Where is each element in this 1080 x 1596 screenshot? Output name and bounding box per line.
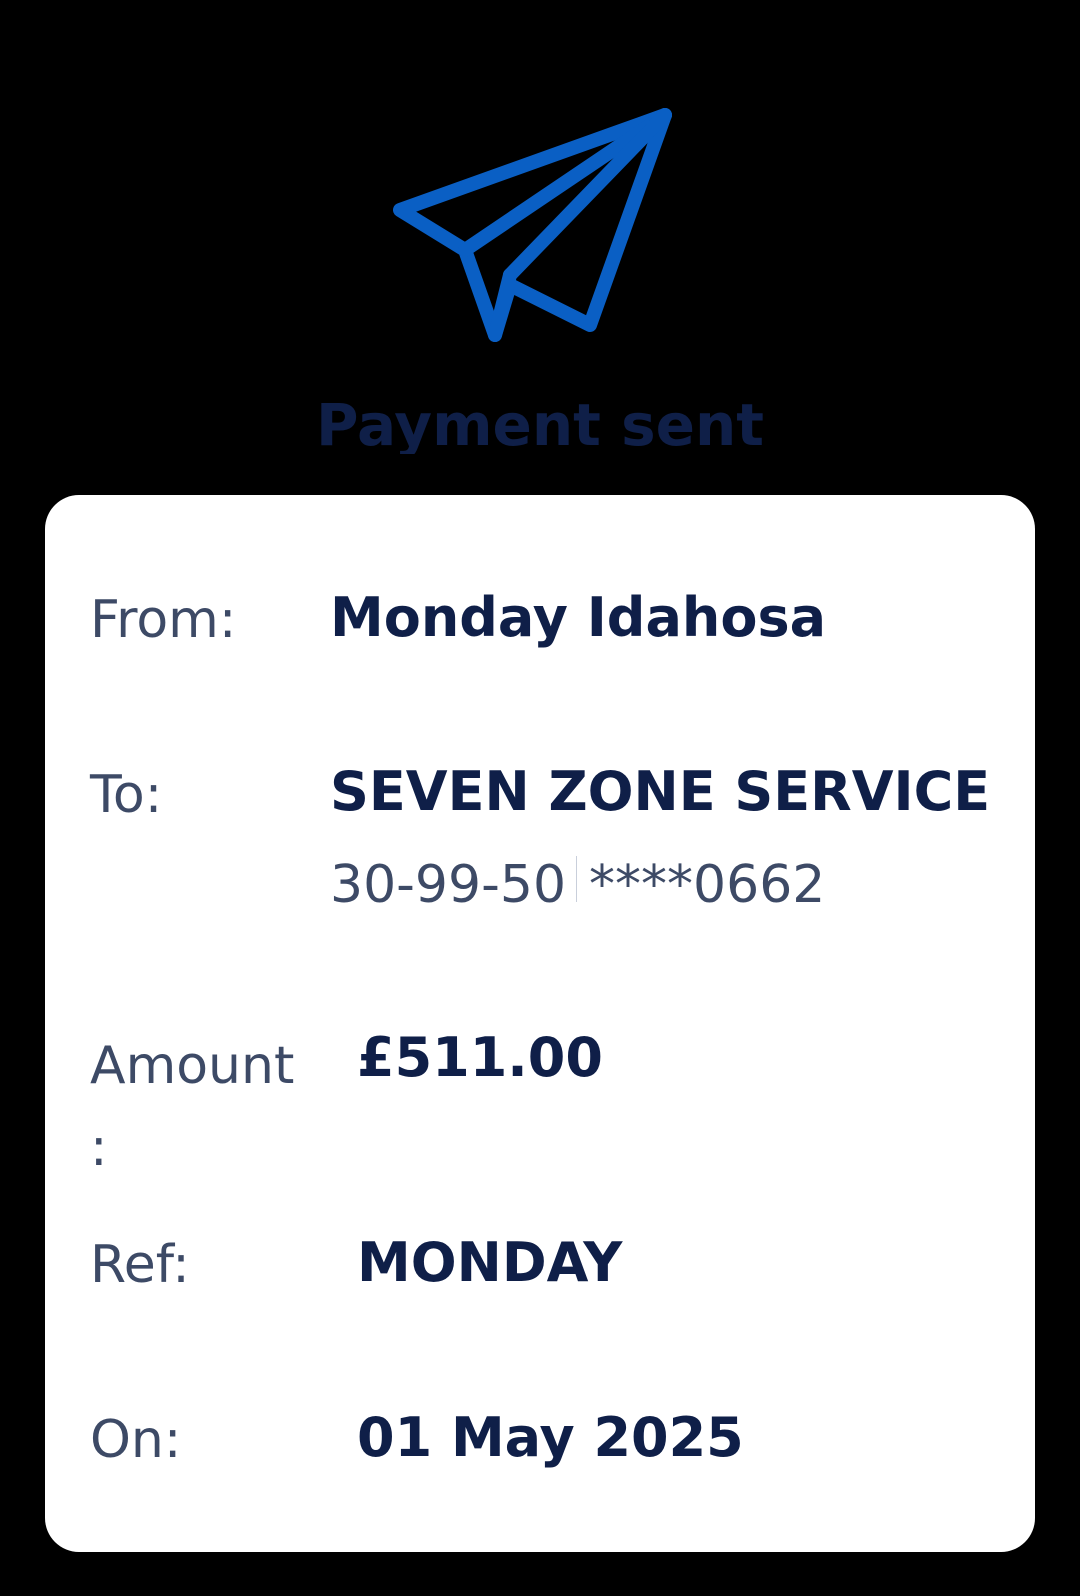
from-label: From: xyxy=(90,590,237,650)
account-details: 30-99-50 ****0662 xyxy=(330,850,825,920)
paper-plane-icon xyxy=(393,108,672,342)
ref-value: MONDAY xyxy=(357,1231,623,1294)
ref-label: Ref: xyxy=(90,1235,190,1295)
payment-details-card: From: Monday Idahosa To: SEVEN ZONE SERV… xyxy=(45,495,1035,1552)
amount-value: £511.00 xyxy=(357,1026,603,1089)
amount-label: Amount : xyxy=(90,1036,295,1178)
on-label: On: xyxy=(90,1410,182,1470)
on-value: 01 May 2025 xyxy=(357,1406,744,1469)
page-title: Payment sent xyxy=(316,391,764,454)
account-number: ****0662 xyxy=(589,855,826,915)
account-divider xyxy=(576,856,578,902)
sort-code: 30-99-50 xyxy=(330,855,567,915)
to-value: SEVEN ZONE SERVICE xyxy=(330,760,991,823)
to-label: To: xyxy=(90,765,163,825)
from-value: Monday Idahosa xyxy=(330,586,827,649)
